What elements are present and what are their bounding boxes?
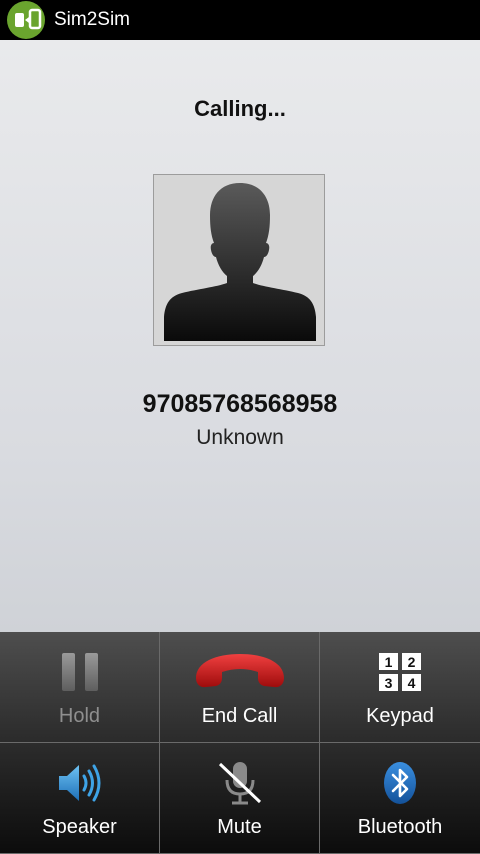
call-status: Calling... — [194, 96, 286, 121]
speaker-label: Speaker — [42, 816, 117, 838]
app-logo-icon — [6, 0, 46, 40]
mute-label: Mute — [217, 816, 262, 838]
phone-number: 97085768568958 — [142, 390, 338, 418]
end-call-label: End Call — [201, 705, 278, 727]
hold-button[interactable]: Hold — [0, 632, 160, 743]
keypad-key-3: 3 — [385, 675, 393, 691]
keypad-key-1: 1 — [385, 654, 393, 670]
bluetooth-button[interactable]: Bluetooth — [320, 743, 480, 854]
mic-off-icon — [160, 759, 319, 807]
bluetooth-icon — [320, 759, 480, 807]
call-screen: Calling... 97085768568958 Unknown — [0, 40, 480, 632]
title-bar: Sim2Sim — [0, 0, 480, 40]
contact-photo — [153, 174, 325, 346]
keypad-label: Keypad — [366, 705, 434, 727]
contact-label: Unknown — [196, 426, 284, 449]
phone-hangup-icon — [160, 648, 319, 696]
speaker-icon — [0, 759, 159, 807]
keypad-button[interactable]: 1 2 3 4 Keypad — [320, 632, 480, 743]
pause-icon — [0, 648, 159, 696]
mute-button[interactable]: Mute — [160, 743, 320, 854]
bluetooth-label: Bluetooth — [357, 816, 443, 838]
speaker-button[interactable]: Speaker — [0, 743, 160, 854]
hold-label: Hold — [58, 705, 101, 727]
end-call-button[interactable]: End Call — [160, 632, 320, 743]
call-controls: Hold End Call 1 2 3 4 Keypad Speaker Mut… — [0, 632, 480, 854]
app-title: Sim2Sim — [54, 9, 131, 30]
keypad-key-2: 2 — [408, 654, 416, 670]
keypad-key-4: 4 — [408, 675, 416, 691]
person-silhouette-icon — [164, 183, 316, 341]
keypad-icon: 1 2 3 4 — [320, 648, 480, 696]
